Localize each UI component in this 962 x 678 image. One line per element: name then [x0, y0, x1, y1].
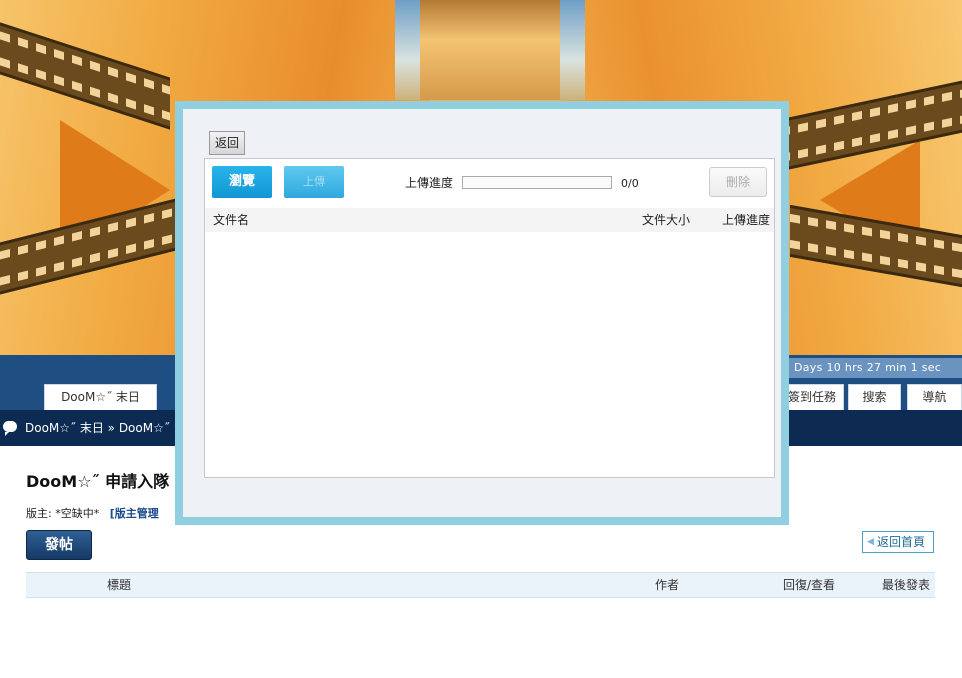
page-title: DooM☆˝ 申請入隊: [26, 472, 170, 491]
col-replies: 回復/查看: [783, 578, 836, 592]
new-post-button[interactable]: 發帖: [26, 530, 92, 560]
col-file-name: 文件名: [213, 213, 250, 227]
progress-count: 0/0: [621, 177, 639, 190]
back-button[interactable]: 返回: [209, 131, 245, 155]
upload-button[interactable]: 上傳: [284, 166, 344, 198]
delete-button[interactable]: 刪除: [709, 167, 767, 197]
nav-tab-search[interactable]: 搜索: [848, 384, 901, 410]
moderator-info: 版主: *空缺中* [版主管理: [26, 505, 159, 521]
col-author: 作者: [655, 578, 680, 592]
chat-bubble-icon: [3, 421, 17, 436]
thread-table-header: 標題 作者 回復/查看 最後發表: [26, 572, 935, 598]
col-title: 標題: [107, 578, 132, 592]
upload-progress-bar: [462, 176, 612, 189]
chevron-left-icon: ◀: [867, 537, 874, 547]
progress-label: 上傳進度: [405, 176, 454, 190]
col-last-post: 最後發表: [882, 578, 931, 592]
file-list-header: 文件名 文件大小 上傳進度: [205, 208, 774, 232]
moderator-label: 版主: *空缺中*: [26, 507, 100, 520]
browse-button[interactable]: 瀏覽: [212, 166, 272, 198]
countdown-timer: Days 10 hrs 27 min 1 sec: [780, 358, 962, 378]
col-file-size: 文件大小: [642, 213, 691, 227]
breadcrumb-text[interactable]: DooM☆˝ 末日 » DooM☆˝: [25, 410, 170, 446]
upload-dialog: 返回 瀏覽 上傳 上傳進度 0/0 刪除 文件名 文件大小 上傳進度: [175, 101, 789, 525]
file-list[interactable]: [205, 232, 774, 477]
back-home-label: 返回首頁: [877, 535, 926, 549]
nav-tab-navigation[interactable]: 導航: [907, 384, 962, 410]
moderator-manage-link[interactable]: [版主管理: [110, 507, 159, 520]
upload-dialog-body: 返回 瀏覽 上傳 上傳進度 0/0 刪除 文件名 文件大小 上傳進度: [183, 109, 781, 517]
col-file-progress: 上傳進度: [722, 213, 771, 227]
nav-tab-home[interactable]: DooM☆˝ 末日: [44, 384, 157, 410]
back-home-button[interactable]: ◀ 返回首頁: [862, 531, 934, 553]
upload-panel: 瀏覽 上傳 上傳進度 0/0 刪除 文件名 文件大小 上傳進度: [204, 158, 775, 478]
